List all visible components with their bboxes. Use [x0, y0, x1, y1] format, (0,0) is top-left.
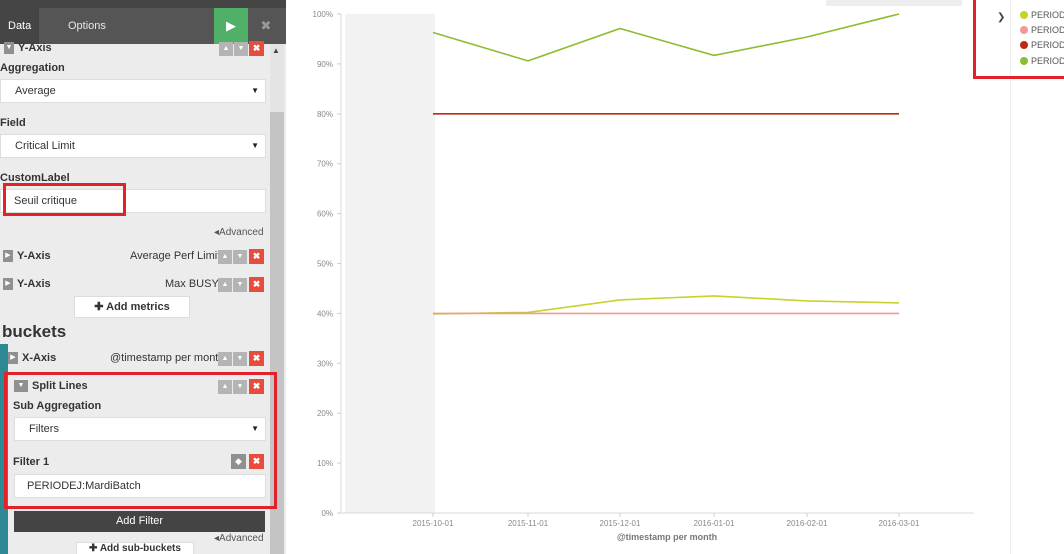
line-chart[interactable]: 0% 10% 20% 30% 40% 50% 60% 70% 80% 90% 100% 2015-10…	[286, 0, 1010, 554]
close-icon[interactable]: ✖	[250, 8, 282, 44]
sidebar-top-strip	[0, 0, 286, 8]
buckets-title: buckets	[2, 322, 67, 341]
remove-metric-icon[interactable]: ✖	[249, 277, 264, 292]
add-metrics-label: Add metrics	[106, 301, 170, 313]
plus-icon: ✚	[89, 543, 100, 554]
y-tick-label: 40%	[317, 309, 333, 318]
move-down-icon[interactable]: ▼	[234, 42, 248, 56]
y-tick-label: 20%	[317, 409, 333, 418]
field-select[interactable]: Critical Limit ▼	[0, 134, 266, 158]
remove-bucket-icon[interactable]: ✖	[249, 351, 264, 366]
field-label: Field	[0, 117, 26, 129]
chevron-down-icon[interactable]: ▼	[4, 42, 14, 54]
highlight-customlabel	[3, 183, 126, 216]
remove-metric-icon[interactable]: ✖	[249, 41, 264, 56]
bucket-summary: @timestamp per month	[110, 352, 225, 364]
scroll-up-arrow-icon[interactable]: ▲	[272, 46, 280, 55]
y-tick-label: 10%	[317, 459, 333, 468]
move-down-icon[interactable]: ▼	[233, 278, 247, 292]
field-value: Critical Limit	[15, 140, 75, 152]
y-tick-label: 60%	[317, 210, 333, 219]
plus-icon: ✚	[94, 301, 107, 313]
tab-data[interactable]: Data	[0, 8, 40, 44]
highlight-legend	[973, 0, 1064, 79]
add-metrics-button[interactable]: ✚ Add metrics	[74, 296, 190, 318]
advanced-toggle[interactable]: ◂Advanced	[214, 533, 264, 544]
advanced-label: Advanced	[219, 227, 264, 238]
y-tick-label: 100%	[313, 10, 333, 19]
x-tick-label: 2015-10-01	[413, 519, 454, 528]
y-tick-label: 50%	[317, 260, 333, 269]
tab-options[interactable]: Options	[60, 8, 114, 44]
top-control-bar[interactable]	[826, 0, 962, 6]
metric-title: Y-Axis	[17, 250, 51, 262]
add-subbuckets-button[interactable]: ✚ Add sub-buckets	[76, 542, 194, 554]
chevron-right-icon[interactable]: ▶	[3, 278, 13, 290]
chart-panel: 0% 10% 20% 30% 40% 50% 60% 70% 80% 90% 100% 2015-10…	[286, 0, 1010, 554]
x-tick-label: 2016-02-01	[787, 519, 828, 528]
plot-shaded-band	[345, 14, 435, 513]
series-line-0	[432, 13, 900, 62]
y-tick-label: 80%	[317, 110, 333, 119]
caret-down-icon: ▼	[251, 141, 259, 150]
move-down-icon[interactable]: ▼	[233, 250, 247, 264]
move-up-icon[interactable]: ▲	[218, 250, 232, 264]
add-subbuckets-label: Add sub-buckets	[99, 543, 181, 554]
x-axis-title: @timestamp per month	[617, 532, 717, 542]
y-tick-label: 30%	[317, 359, 333, 368]
x-tick-label: 2016-01-01	[694, 519, 735, 528]
sidebar-tabbar: Data Options ▶ ✖	[0, 8, 286, 44]
x-tick-label: 2015-11-01	[508, 519, 549, 528]
aggregation-label: Aggregation	[0, 62, 65, 74]
aggregation-select[interactable]: Average ▼	[0, 79, 266, 103]
move-up-icon[interactable]: ▲	[218, 352, 232, 366]
metric-summary: Average Perf Limit	[130, 250, 221, 262]
metric-summary: Max BUSY	[165, 278, 219, 290]
x-tick-label: 2016-03-01	[879, 519, 920, 528]
advanced-toggle[interactable]: ◂Advanced	[214, 227, 264, 238]
metric-title: Y-Axis	[18, 42, 52, 54]
metric-title: Y-Axis	[17, 278, 51, 290]
y-tick-label: 90%	[317, 60, 333, 69]
caret-down-icon: ▼	[251, 86, 259, 95]
move-up-icon[interactable]: ▲	[218, 278, 232, 292]
visualize-editor: Data Options ▶ ✖ ▲ ▼ Y-Axis ▲ ▼ ✖ Aggreg…	[0, 0, 1064, 554]
advanced-label: Advanced	[219, 533, 264, 544]
chevron-right-icon[interactable]: ▶	[8, 352, 18, 364]
legend-panel	[1010, 0, 1064, 554]
y-tick-label: 0%	[321, 509, 333, 518]
series-line-2	[432, 295, 900, 315]
play-icon[interactable]: ▶	[214, 8, 248, 44]
move-up-icon[interactable]: ▲	[219, 42, 233, 56]
bucket-title: X-Axis	[22, 352, 57, 364]
x-tick-label: 2015-12-01	[600, 519, 641, 528]
add-filter-button[interactable]: Add Filter	[14, 511, 265, 532]
aggregation-value: Average	[15, 85, 56, 97]
y-tick-label: 70%	[317, 160, 333, 169]
highlight-split-lines	[4, 372, 277, 509]
chevron-right-icon[interactable]: ▶	[3, 250, 13, 262]
remove-metric-icon[interactable]: ✖	[249, 249, 264, 264]
move-down-icon[interactable]: ▼	[233, 352, 247, 366]
